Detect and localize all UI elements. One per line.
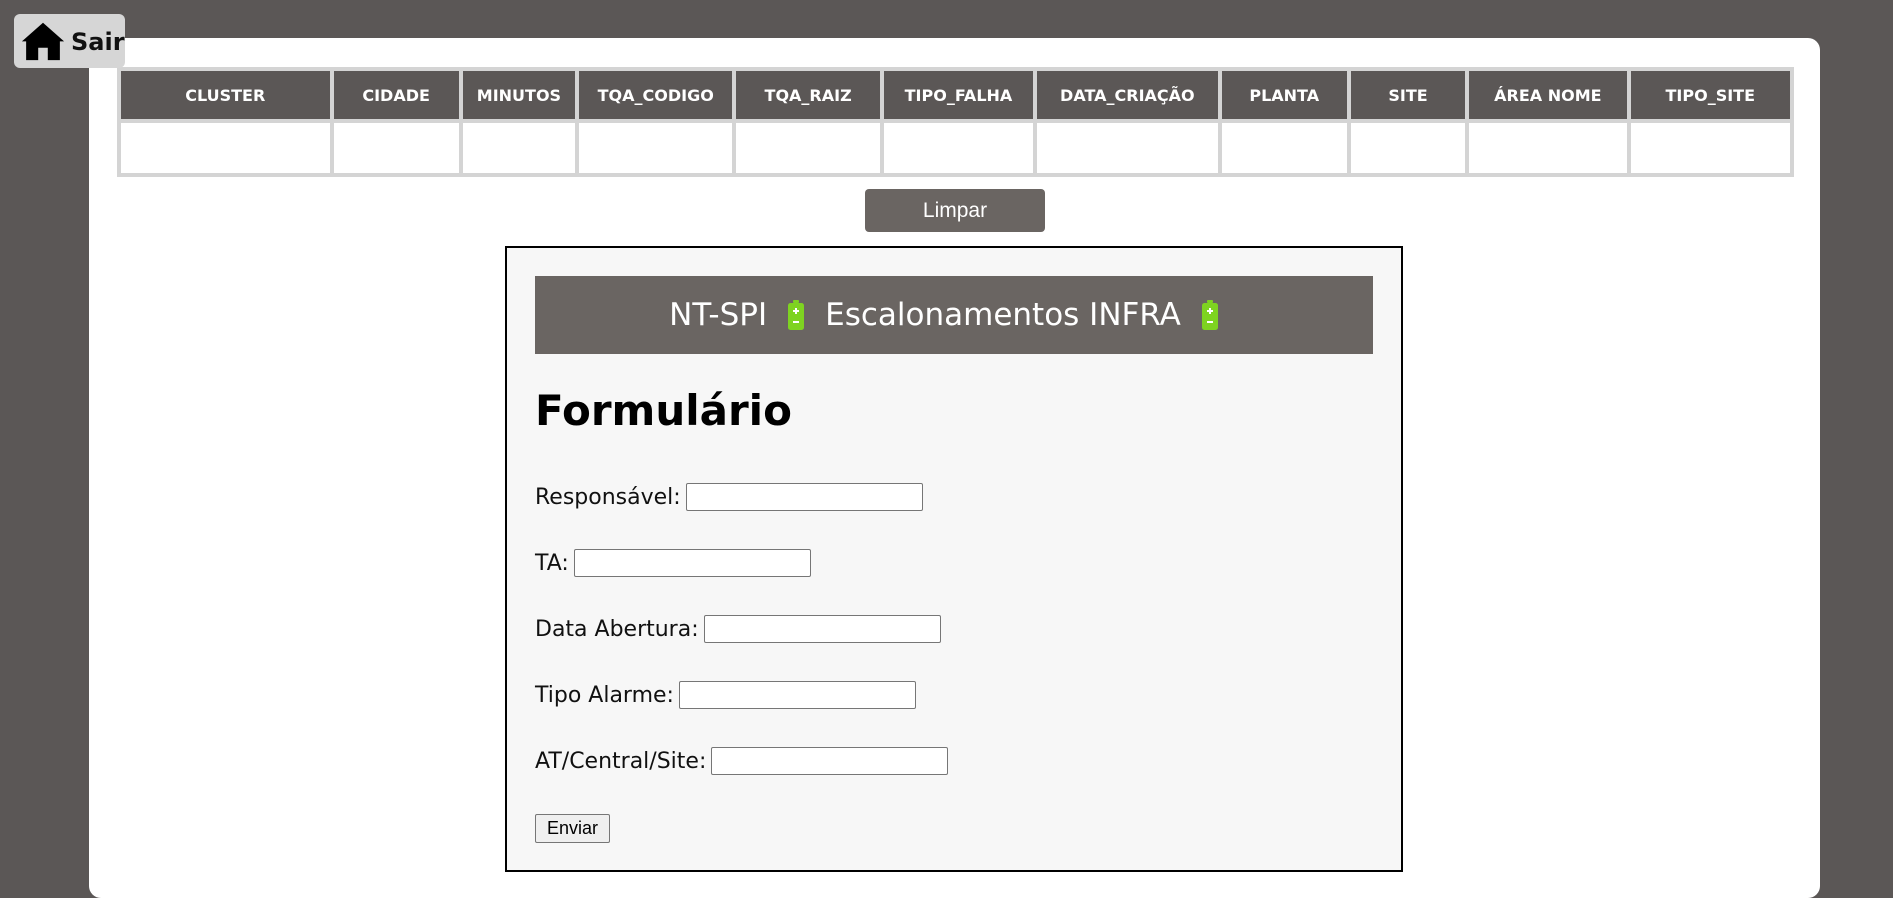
responsavel-input[interactable] <box>685 483 923 511</box>
clear-button[interactable]: Limpar <box>865 189 1045 232</box>
submit-button[interactable]: Enviar <box>535 814 610 843</box>
battery-icon <box>788 300 805 330</box>
field-label: AT/Central/Site: <box>535 748 707 774</box>
table-cell <box>1630 123 1790 173</box>
exit-label: Sair <box>71 28 125 56</box>
column-header-planta: PLANTA <box>1221 71 1347 119</box>
table-cell <box>1037 123 1218 173</box>
table-cell <box>1350 123 1466 173</box>
battery-icon <box>1201 300 1218 330</box>
column-header-minutos: MINUTOS <box>462 71 576 119</box>
column-header-data-criacao: DATA_CRIAÇÃO <box>1037 71 1218 119</box>
field-ta: TA: <box>535 548 811 578</box>
field-label: TA: <box>535 550 569 576</box>
table-header-row: CLUSTER CIDADE MINUTOS TQA_CODIGO TQA_RA… <box>121 71 1790 119</box>
form-title: Formulário <box>535 386 792 435</box>
table-cell <box>121 123 330 173</box>
ta-input[interactable] <box>573 549 811 577</box>
table-cell <box>736 123 880 173</box>
column-header-tqa-raiz: TQA_RAIZ <box>736 71 880 119</box>
column-header-cluster: CLUSTER <box>121 71 330 119</box>
table-cell <box>1221 123 1347 173</box>
field-data-abertura: Data Abertura: <box>535 614 941 644</box>
table-cell <box>1469 123 1627 173</box>
table-cell <box>333 123 459 173</box>
home-exit-button[interactable]: Sair <box>14 14 125 68</box>
column-header-cidade: CIDADE <box>333 71 459 119</box>
column-header-site: SITE <box>1350 71 1466 119</box>
home-icon <box>21 22 65 61</box>
field-at-central-site: AT/Central/Site: <box>535 746 949 776</box>
column-header-tipo-site: TIPO_SITE <box>1630 71 1790 119</box>
data-abertura-input[interactable] <box>703 615 941 643</box>
tipo-alarme-input[interactable] <box>678 681 916 709</box>
header-left-text: NT-SPI <box>669 297 768 333</box>
table-row <box>121 123 1790 173</box>
field-responsavel: Responsável: <box>535 482 923 512</box>
table-cell <box>883 123 1034 173</box>
table-cell <box>579 123 733 173</box>
column-header-tqa-codigo: TQA_CODIGO <box>579 71 733 119</box>
field-tipo-alarme: Tipo Alarme: <box>535 680 916 710</box>
form-container: NT-SPI Escalonamentos INFRA Formulário R… <box>505 246 1403 872</box>
escalation-table: CLUSTER CIDADE MINUTOS TQA_CODIGO TQA_RA… <box>117 67 1794 177</box>
column-header-area-nome: ÁREA NOME <box>1469 71 1627 119</box>
main-panel: CLUSTER CIDADE MINUTOS TQA_CODIGO TQA_RA… <box>89 38 1820 898</box>
form-header-banner: NT-SPI Escalonamentos INFRA <box>535 276 1373 354</box>
field-label: Tipo Alarme: <box>535 682 674 708</box>
field-label: Responsável: <box>535 484 681 510</box>
at-central-site-input[interactable] <box>711 747 949 775</box>
field-label: Data Abertura: <box>535 616 699 642</box>
table-cell <box>462 123 576 173</box>
column-header-tipo-falha: TIPO_FALHA <box>883 71 1034 119</box>
header-right-text: Escalonamentos INFRA <box>825 297 1181 333</box>
